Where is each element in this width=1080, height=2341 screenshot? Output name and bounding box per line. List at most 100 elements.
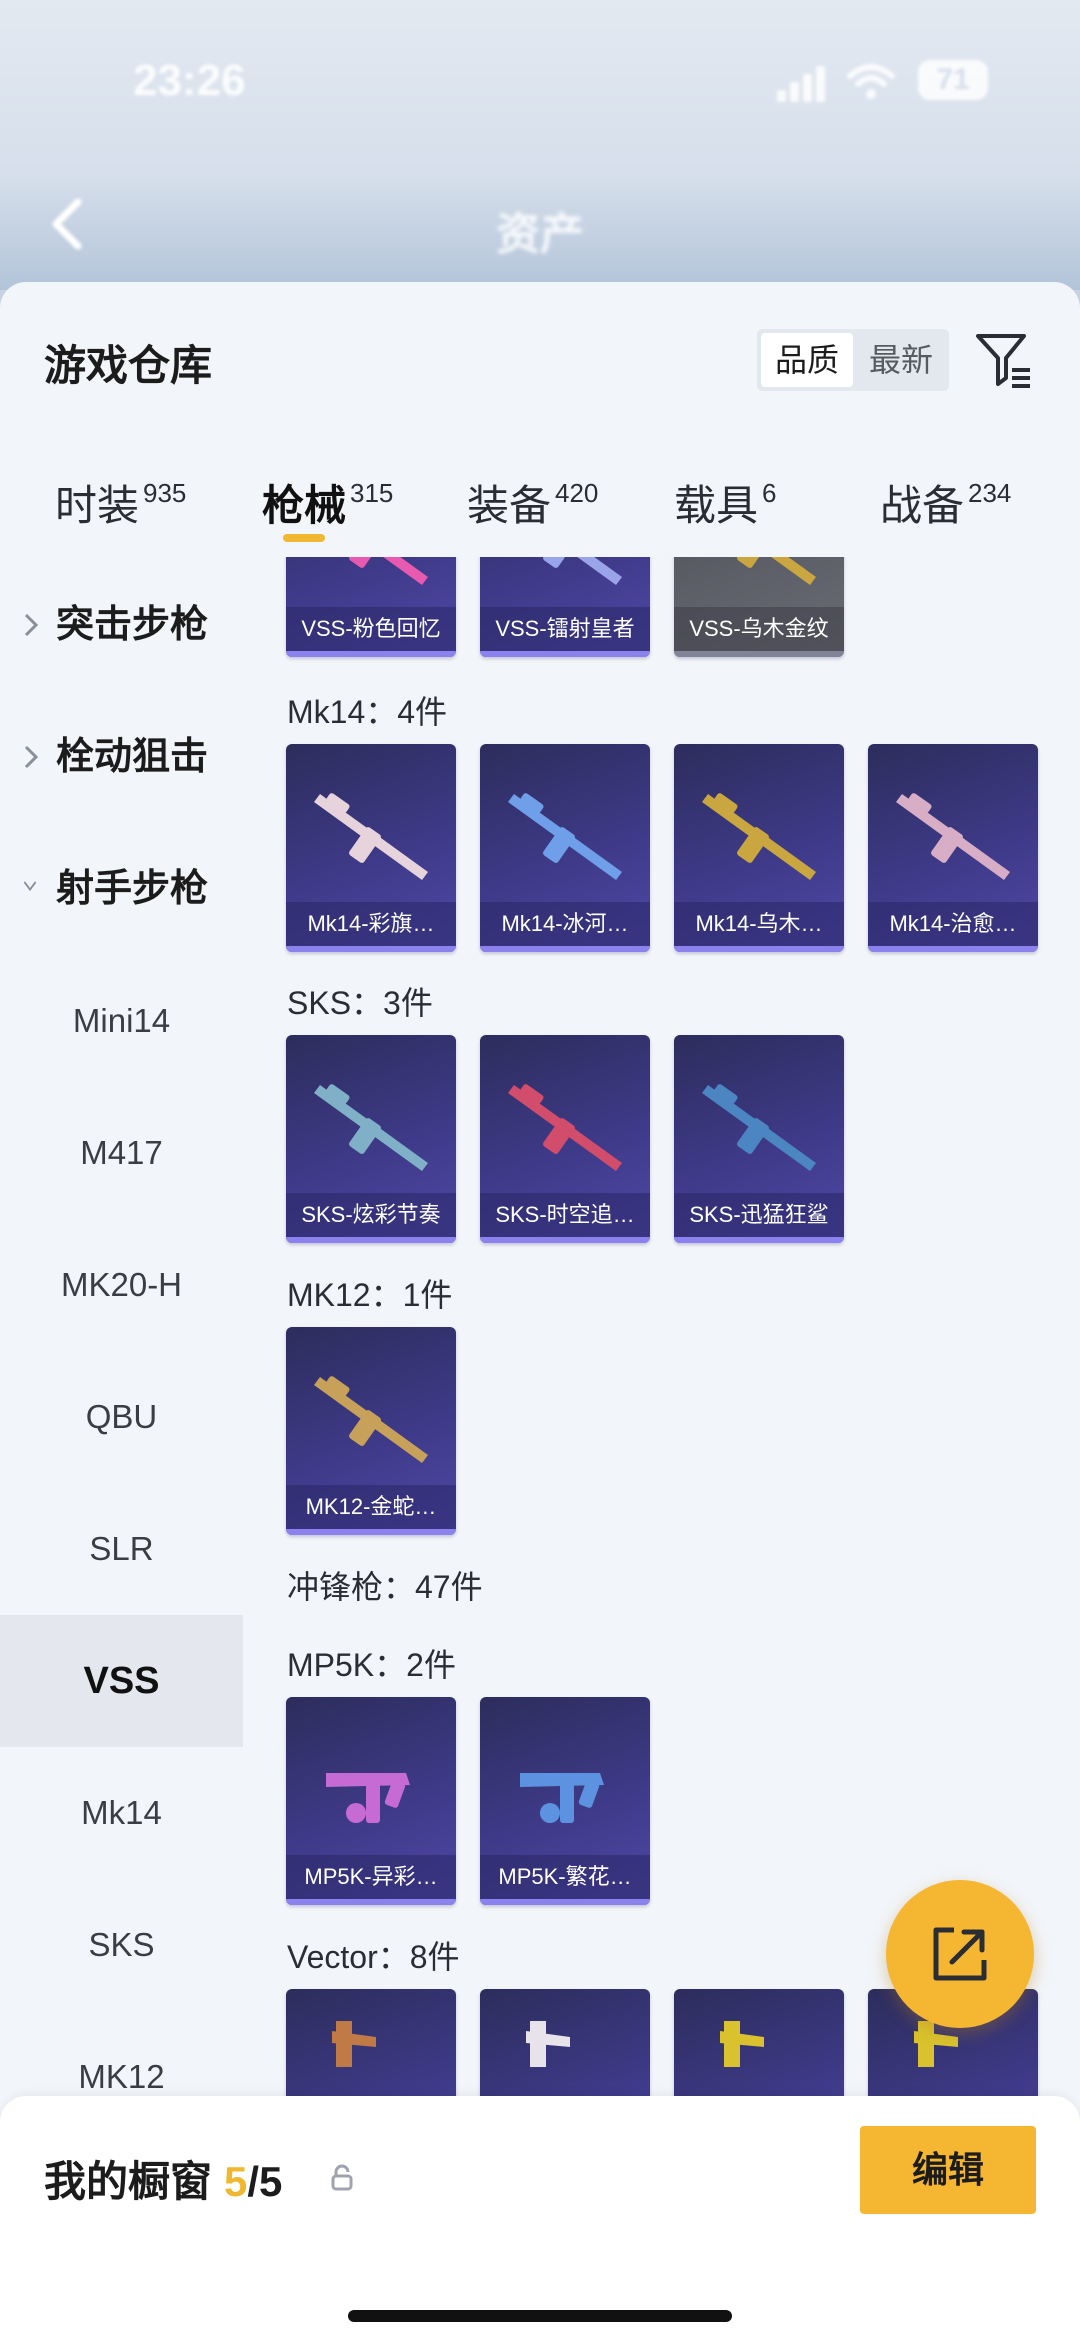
group-header-mp5k: MP5K：2件 <box>287 1647 456 1683</box>
filter-icon[interactable] <box>972 328 1034 390</box>
status-time: 23:26 <box>133 56 246 105</box>
rifle-skin-icon <box>314 1084 428 1171</box>
rarity-bar <box>286 1529 456 1535</box>
smg-skin-icon <box>326 1773 410 1823</box>
sidebar-item-slr[interactable]: SLR <box>0 1483 243 1615</box>
rifle-skin-icon <box>702 1084 816 1171</box>
sidebar-item-sks[interactable]: SKS <box>0 1879 243 2011</box>
tab-count: 234 <box>968 478 1012 508</box>
weapon-card-label: MK12-金蛇… <box>286 1485 456 1529</box>
lock-icon <box>331 2164 353 2191</box>
sidebar-item-mini14[interactable]: Mini14 <box>0 955 243 1087</box>
rarity-bar <box>480 946 650 952</box>
group-header-mk12: MK12：1件 <box>287 1277 453 1313</box>
sidebar-item-vss[interactable]: VSS <box>0 1615 243 1747</box>
chevron-down-icon <box>23 881 37 892</box>
weapon-card-label: MP5K-繁花… <box>480 1855 650 1899</box>
weapon-card[interactable]: SKS-时空追… <box>480 1035 650 1243</box>
sidebar-item-qbu[interactable]: QBU <box>0 1351 243 1483</box>
tab-label: 时装 <box>55 482 140 529</box>
showcase-total-count: /5 <box>247 2158 283 2205</box>
edit-button[interactable]: 编辑 <box>860 2126 1036 2214</box>
rarity-bar <box>868 946 1038 952</box>
sort-newest-option[interactable]: 最新 <box>853 329 949 391</box>
tab-count: 420 <box>555 478 599 508</box>
weapon-grid: VSS-粉色回忆 VSS-镭射皇者 VSS-乌木金纹 Mk14：4件 Mk14-… <box>243 557 1080 2341</box>
tab-fashion[interactable]: 时装 935 <box>55 472 186 533</box>
tab-firearms[interactable]: 枪械 315 <box>262 472 393 533</box>
tab-equipment[interactable]: 装备 420 <box>467 472 598 533</box>
weapon-card-label: MP5K-异彩… <box>286 1855 456 1899</box>
rarity-bar <box>674 946 844 952</box>
battery-badge: 71 <box>918 60 988 100</box>
sort-toggle: 品质 最新 <box>757 329 949 391</box>
showcase-used-count: 5 <box>224 2158 248 2205</box>
weapon-card[interactable]: Mk14-治愈… <box>868 744 1038 952</box>
weapon-card[interactable]: MP5K-异彩… <box>286 1697 456 1905</box>
weapon-card[interactable]: MK12-金蛇… <box>286 1327 456 1535</box>
tab-vehicles[interactable]: 载具 6 <box>674 472 776 533</box>
weapon-card[interactable]: Mk14-乌木… <box>674 744 844 952</box>
weapon-card-label: VSS-镭射皇者 <box>480 607 650 651</box>
rarity-bar <box>480 651 650 657</box>
weapon-card-label: Mk14-冰河… <box>480 902 650 946</box>
weapon-card[interactable]: VSS-镭射皇者 <box>480 557 650 657</box>
share-button[interactable] <box>886 1880 1034 2028</box>
smg-skin-icon <box>520 1773 604 1823</box>
tab-count: 315 <box>350 478 394 508</box>
rifle-skin-icon <box>737 557 816 585</box>
active-tab-indicator <box>283 534 325 542</box>
group-header-vector: Vector：8件 <box>287 1939 460 1975</box>
tab-supplies[interactable]: 战备 234 <box>880 472 1011 533</box>
weapon-card[interactable]: Mk14-冰河… <box>480 744 650 952</box>
tab-count: 935 <box>143 478 187 508</box>
home-indicator <box>348 2310 732 2322</box>
nav-title: 资产 <box>496 210 584 259</box>
weapon-card[interactable]: VSS-粉色回忆 <box>286 557 456 657</box>
weapon-card-label: Mk14-彩旗… <box>286 902 456 946</box>
rifle-skin-icon <box>349 557 428 585</box>
chevron-right-icon <box>24 745 39 769</box>
sheet-title: 游戏仓库 <box>44 342 213 389</box>
sidebar-item-m417[interactable]: M417 <box>0 1087 243 1219</box>
tab-count: 6 <box>762 478 777 508</box>
group-header-sks: SKS：3件 <box>287 985 433 1021</box>
weapon-card-label: VSS-乌木金纹 <box>674 607 844 651</box>
rarity-bar <box>674 1237 844 1243</box>
showcase-bar: 我的橱窗 5/5 编辑 <box>0 2096 1080 2341</box>
rifle-skin-icon <box>314 1376 428 1463</box>
sidebar-category-bolt-sniper[interactable]: 栓动狙击 <box>0 712 243 802</box>
weapon-card[interactable]: VSS-乌木金纹 <box>674 557 844 657</box>
tab-label: 载具 <box>674 482 759 529</box>
sort-quality-option[interactable]: 品质 <box>761 333 853 387</box>
category-tabs: 时装 935 枪械 315 装备 420 载具 6 战备 234 <box>0 462 1080 557</box>
background-header: 23:26 71 资产 <box>0 0 1080 290</box>
section-header-smg: 冲锋枪：47件 <box>287 1569 483 1605</box>
warehouse-sheet: 游戏仓库 品质 最新 时装 935 枪械 315 装备 420 载具 6 战备 234 突 <box>0 282 1080 2341</box>
signal-icon <box>777 66 825 102</box>
rarity-bar <box>674 651 844 657</box>
weapon-card[interactable]: MP5K-繁花… <box>480 1697 650 1905</box>
wifi-icon <box>847 64 895 99</box>
rifle-skin-icon <box>508 793 622 880</box>
weapon-card-label: Mk14-乌木… <box>674 902 844 946</box>
sidebar-category-assault-rifle[interactable]: 突击步枪 <box>0 580 243 670</box>
rifle-skin-icon <box>314 793 428 880</box>
rifle-skin-icon <box>508 1084 622 1171</box>
status-bar: 23:26 71 <box>0 40 1080 120</box>
sidebar-category-label: 射手步枪 <box>56 868 209 910</box>
weapon-card-label: SKS-炫彩节奏 <box>286 1193 456 1237</box>
showcase-title: 我的橱窗 <box>44 2158 213 2205</box>
sidebar-category-label: 栓动狙击 <box>56 736 209 778</box>
rifle-skin-icon <box>896 793 1010 880</box>
sidebar-item-mk20h[interactable]: MK20-H <box>0 1219 243 1351</box>
weapon-card[interactable]: SKS-迅猛狂鲨 <box>674 1035 844 1243</box>
sidebar-category-marksman-rifle[interactable]: 射手步枪 <box>0 844 243 934</box>
weapon-card[interactable]: Mk14-彩旗… <box>286 744 456 952</box>
sidebar-item-mk14[interactable]: Mk14 <box>0 1747 243 1879</box>
rarity-bar <box>286 946 456 952</box>
tab-label: 装备 <box>467 482 552 529</box>
rarity-bar <box>286 1237 456 1243</box>
weapon-card-label: Mk14-治愈… <box>868 902 1038 946</box>
weapon-card[interactable]: SKS-炫彩节奏 <box>286 1035 456 1243</box>
